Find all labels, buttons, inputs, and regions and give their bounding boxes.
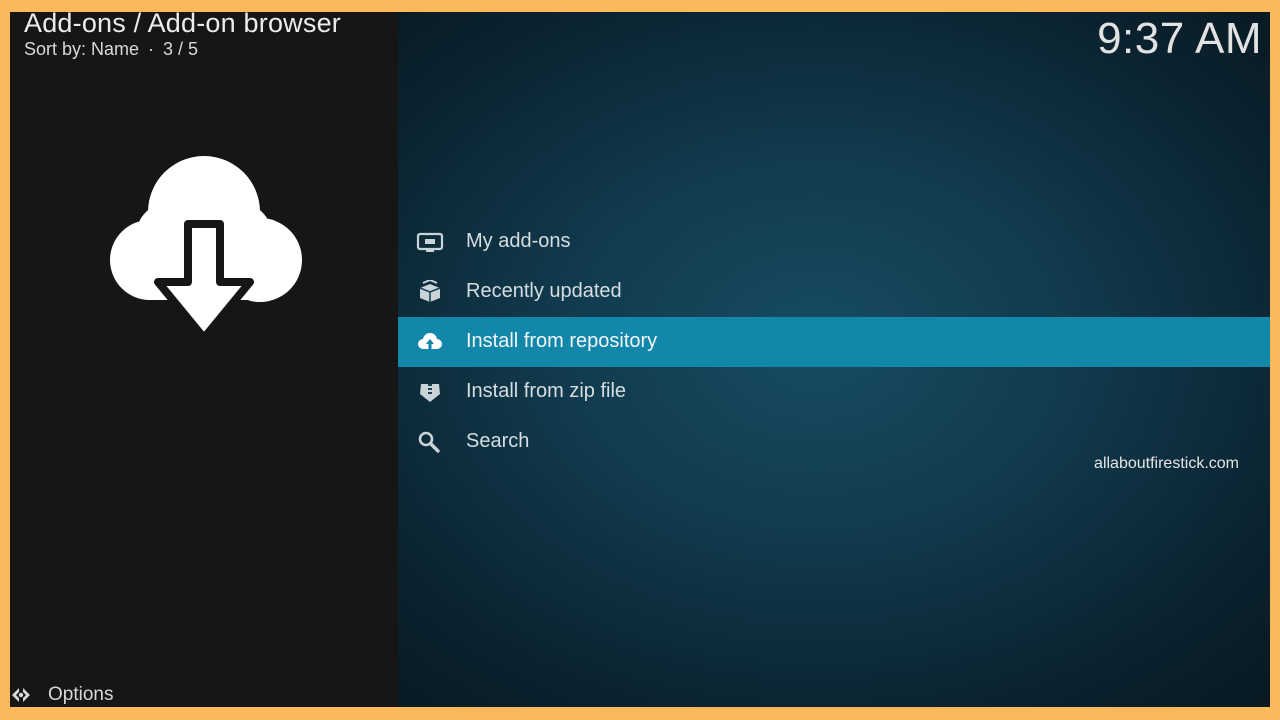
addon-browser-menu: My add-ons Recently updated Install from… xyxy=(398,217,1270,467)
menu-item-label: Recently updated xyxy=(466,280,622,302)
box-icon xyxy=(416,280,444,303)
cloud-download-icon xyxy=(110,156,302,334)
options-icon xyxy=(12,688,30,702)
clock: 9:37 AM xyxy=(1097,14,1262,63)
menu-item-my-addons[interactable]: My add-ons xyxy=(398,217,1270,267)
left-panel xyxy=(10,12,398,707)
options-label: Options xyxy=(48,684,114,705)
options-button[interactable]: Options xyxy=(10,682,113,707)
sort-info: Sort by: Name · 3 / 5 xyxy=(24,39,198,60)
monitor-icon xyxy=(416,231,444,253)
watermark: allaboutfirestick.com xyxy=(1094,455,1239,472)
cloud-upload-icon xyxy=(416,331,444,353)
menu-item-install-from-zip[interactable]: Install from zip file xyxy=(398,367,1270,417)
menu-item-label: Install from repository xyxy=(466,330,658,352)
sort-label[interactable]: Sort by: Name xyxy=(24,39,139,59)
breadcrumb: Add-ons / Add-on browser xyxy=(24,12,341,38)
zip-icon xyxy=(416,381,444,403)
item-position: 3 / 5 xyxy=(163,39,199,59)
menu-item-label: Search xyxy=(466,430,530,452)
search-icon xyxy=(416,431,444,453)
menu-item-label: My add-ons xyxy=(466,230,571,252)
app-window: Add-ons / Add-on browser Sort by: Name · 3… xyxy=(10,12,1270,707)
sort-separator: · xyxy=(148,39,155,59)
menu-item-recently-updated[interactable]: Recently updated xyxy=(398,267,1270,317)
menu-item-install-from-repository[interactable]: Install from repository xyxy=(398,317,1270,367)
menu-item-label: Install from zip file xyxy=(466,380,627,402)
